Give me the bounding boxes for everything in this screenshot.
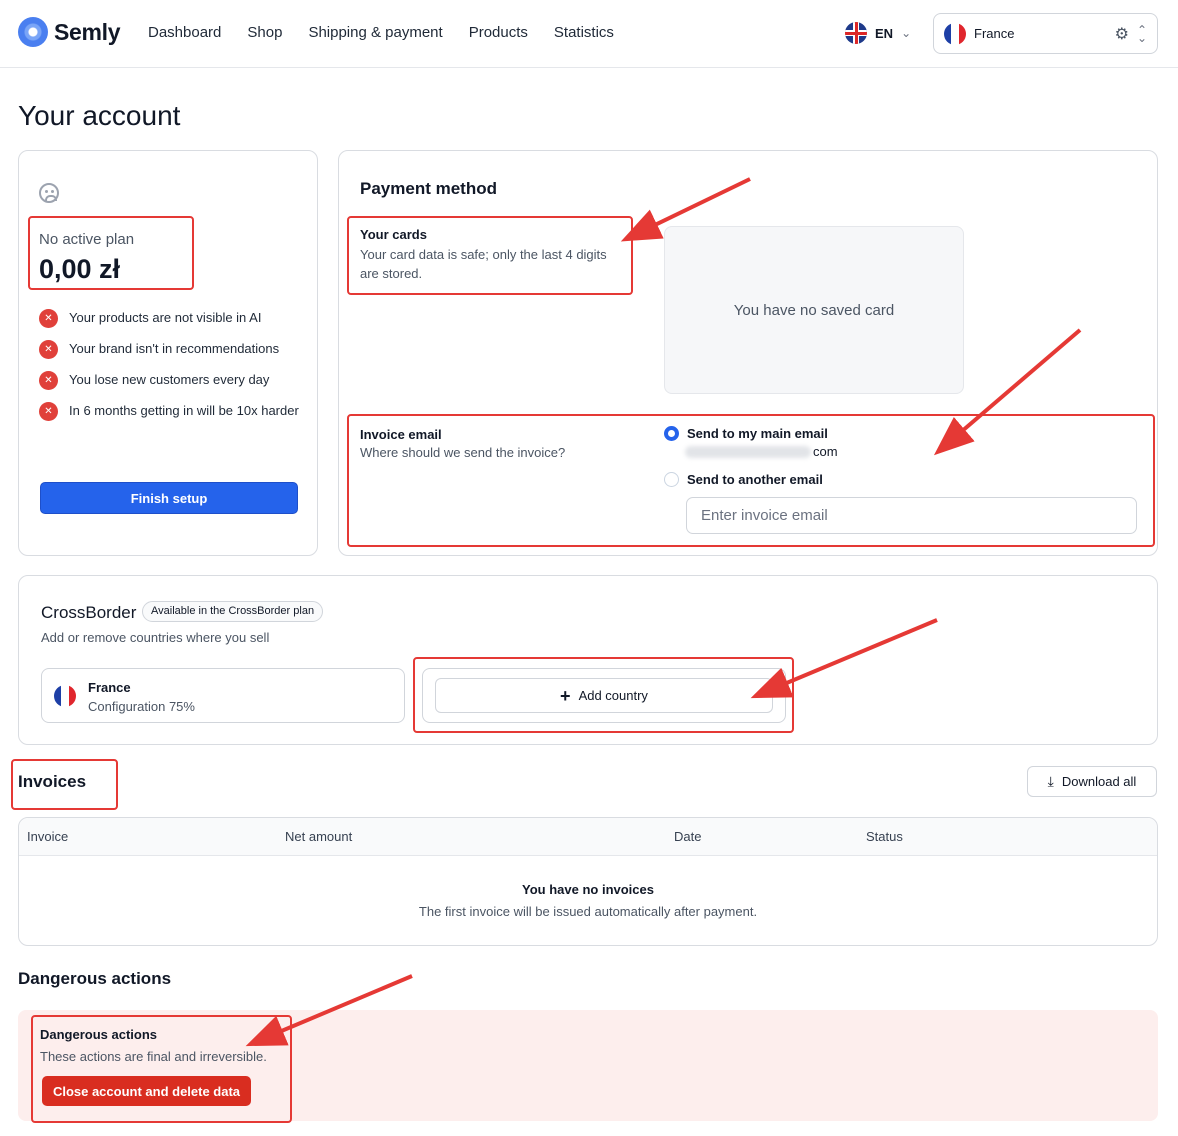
- main-email-suffix: com: [813, 444, 838, 459]
- nav-item-products[interactable]: Products: [469, 24, 528, 41]
- france-flag-icon: [54, 685, 76, 707]
- invoice-email-title: Invoice email: [360, 427, 442, 442]
- plan-warnings-list: ✕ Your products are not visible in AI ✕ Yo…: [39, 309, 299, 433]
- crossborder-plan-badge: Available in the CrossBorder plan: [142, 601, 324, 622]
- x-circle-icon: ✕: [39, 340, 58, 359]
- warning-text: You lose new customers every day: [69, 372, 270, 387]
- radio-selected-icon[interactable]: [664, 426, 679, 441]
- column-header-date[interactable]: Date: [674, 829, 701, 844]
- crossborder-description: Add or remove countries where you sell: [41, 630, 270, 645]
- warning-item: ✕ Your products are not visible in AI: [39, 309, 299, 328]
- top-navigation-bar: Semly Dashboard Shop Shipping & payment …: [0, 0, 1178, 68]
- x-circle-icon: ✕: [39, 309, 58, 328]
- blurred-email-text: [685, 445, 811, 458]
- dangerous-actions-heading: Dangerous actions: [18, 969, 172, 988]
- brand-name: Semly: [54, 18, 121, 45]
- radio-other-label: Send to another email: [687, 472, 823, 487]
- main-email-value: com: [685, 444, 838, 459]
- warning-item: ✕ In 6 months getting in will be 10x hard…: [39, 402, 299, 421]
- invoices-table: Invoice Net amount Date Status You have …: [18, 817, 1158, 946]
- table-header: Invoice Net amount Date Status: [19, 818, 1157, 856]
- empty-invoices-title: You have no invoices: [522, 882, 654, 897]
- download-all-label: Download all: [1061, 774, 1137, 789]
- download-all-button[interactable]: ⤓ Download all: [1027, 766, 1157, 797]
- nav-item-shop[interactable]: Shop: [247, 24, 282, 41]
- warning-text: Your brand isn't in recommendations: [69, 341, 280, 356]
- column-header-status[interactable]: Status: [866, 829, 903, 844]
- your-cards-title: Your cards: [360, 227, 427, 242]
- plan-amount: 0,00 zł: [39, 254, 121, 284]
- invoice-email-input[interactable]: [686, 497, 1137, 534]
- warning-item: ✕ Your brand isn't in recommendations: [39, 340, 299, 359]
- radio-unselected-icon[interactable]: [664, 472, 679, 487]
- nav-item-dashboard[interactable]: Dashboard: [148, 24, 221, 41]
- x-circle-icon: ✕: [39, 402, 58, 421]
- crossborder-title: CrossBorder: [41, 603, 137, 622]
- add-country-button[interactable]: + Add country: [435, 678, 773, 713]
- nav-item-shipping-payment[interactable]: Shipping & payment: [308, 24, 442, 41]
- radio-main-label: Send to my main email: [687, 426, 828, 441]
- country-tile-france[interactable]: France Configuration 75%: [41, 668, 405, 723]
- country-name: France: [88, 680, 131, 695]
- empty-invoices-description: The first invoice will be issued automat…: [418, 904, 758, 919]
- language-selector[interactable]: EN ⌄: [845, 22, 911, 44]
- gear-icon[interactable]: ⚙: [1115, 24, 1129, 44]
- sad-face-icon: [39, 183, 59, 203]
- uk-flag-icon: [845, 22, 867, 44]
- semly-logo-icon: [18, 17, 48, 47]
- radio-send-main-email[interactable]: Send to my main email: [664, 426, 828, 441]
- add-country-tile: + Add country: [422, 668, 786, 723]
- chevron-up-down-icon: ⌃ ⌄: [1136, 22, 1147, 45]
- main-nav: Dashboard Shop Shipping & payment Produc…: [148, 24, 614, 41]
- france-flag-icon: [944, 22, 966, 45]
- country-selector[interactable]: France ⚙ ⌃ ⌄: [933, 13, 1158, 54]
- crossborder-card: CrossBorder Available in the CrossBorder…: [18, 575, 1158, 745]
- dangerous-actions-title: Dangerous actions: [40, 1027, 158, 1042]
- warning-item: ✕ You lose new customers every day: [39, 371, 299, 390]
- download-icon: ⤓: [1047, 773, 1054, 789]
- payment-method-card: Payment method Your cards Your card data…: [338, 150, 1158, 556]
- brand-logo[interactable]: Semly: [18, 17, 121, 47]
- x-circle-icon: ✕: [39, 371, 58, 390]
- payment-method-title: Payment method: [360, 179, 497, 198]
- column-header-net-amount[interactable]: Net amount: [285, 829, 352, 844]
- plan-status: No active plan: [39, 231, 135, 248]
- plan-card: No active plan 0,00 zł ✕ Your products ar…: [18, 150, 318, 556]
- dangerous-actions-description: These actions are final and irreversible…: [40, 1049, 267, 1064]
- warning-text: Your products are not visible in AI: [69, 310, 262, 325]
- finish-setup-button[interactable]: Finish setup: [40, 482, 298, 514]
- column-header-invoice[interactable]: Invoice: [27, 829, 68, 844]
- radio-send-another-email[interactable]: Send to another email: [664, 472, 823, 487]
- page-title: Your account: [18, 100, 181, 131]
- invoice-email-description: Where should we send the invoice?: [360, 445, 566, 460]
- nav-item-statistics[interactable]: Statistics: [554, 24, 614, 41]
- close-account-button[interactable]: Close account and delete data: [42, 1076, 251, 1106]
- chevron-down-icon: ⌄: [901, 26, 912, 40]
- add-country-label: Add country: [578, 688, 648, 703]
- country-configuration: Configuration 75%: [88, 699, 195, 714]
- dangerous-actions-box: Dangerous actions These actions are fina…: [18, 1010, 1158, 1121]
- country-selector-label: France: [974, 26, 1015, 41]
- plus-icon: +: [560, 685, 571, 706]
- warning-text: In 6 months getting in will be 10x harde…: [69, 403, 299, 418]
- language-code: EN: [875, 25, 894, 41]
- no-saved-card-box: You have no saved card: [664, 226, 964, 394]
- invoices-heading: Invoices: [18, 772, 87, 791]
- your-cards-description: Your card data is safe; only the last 4 …: [360, 247, 607, 281]
